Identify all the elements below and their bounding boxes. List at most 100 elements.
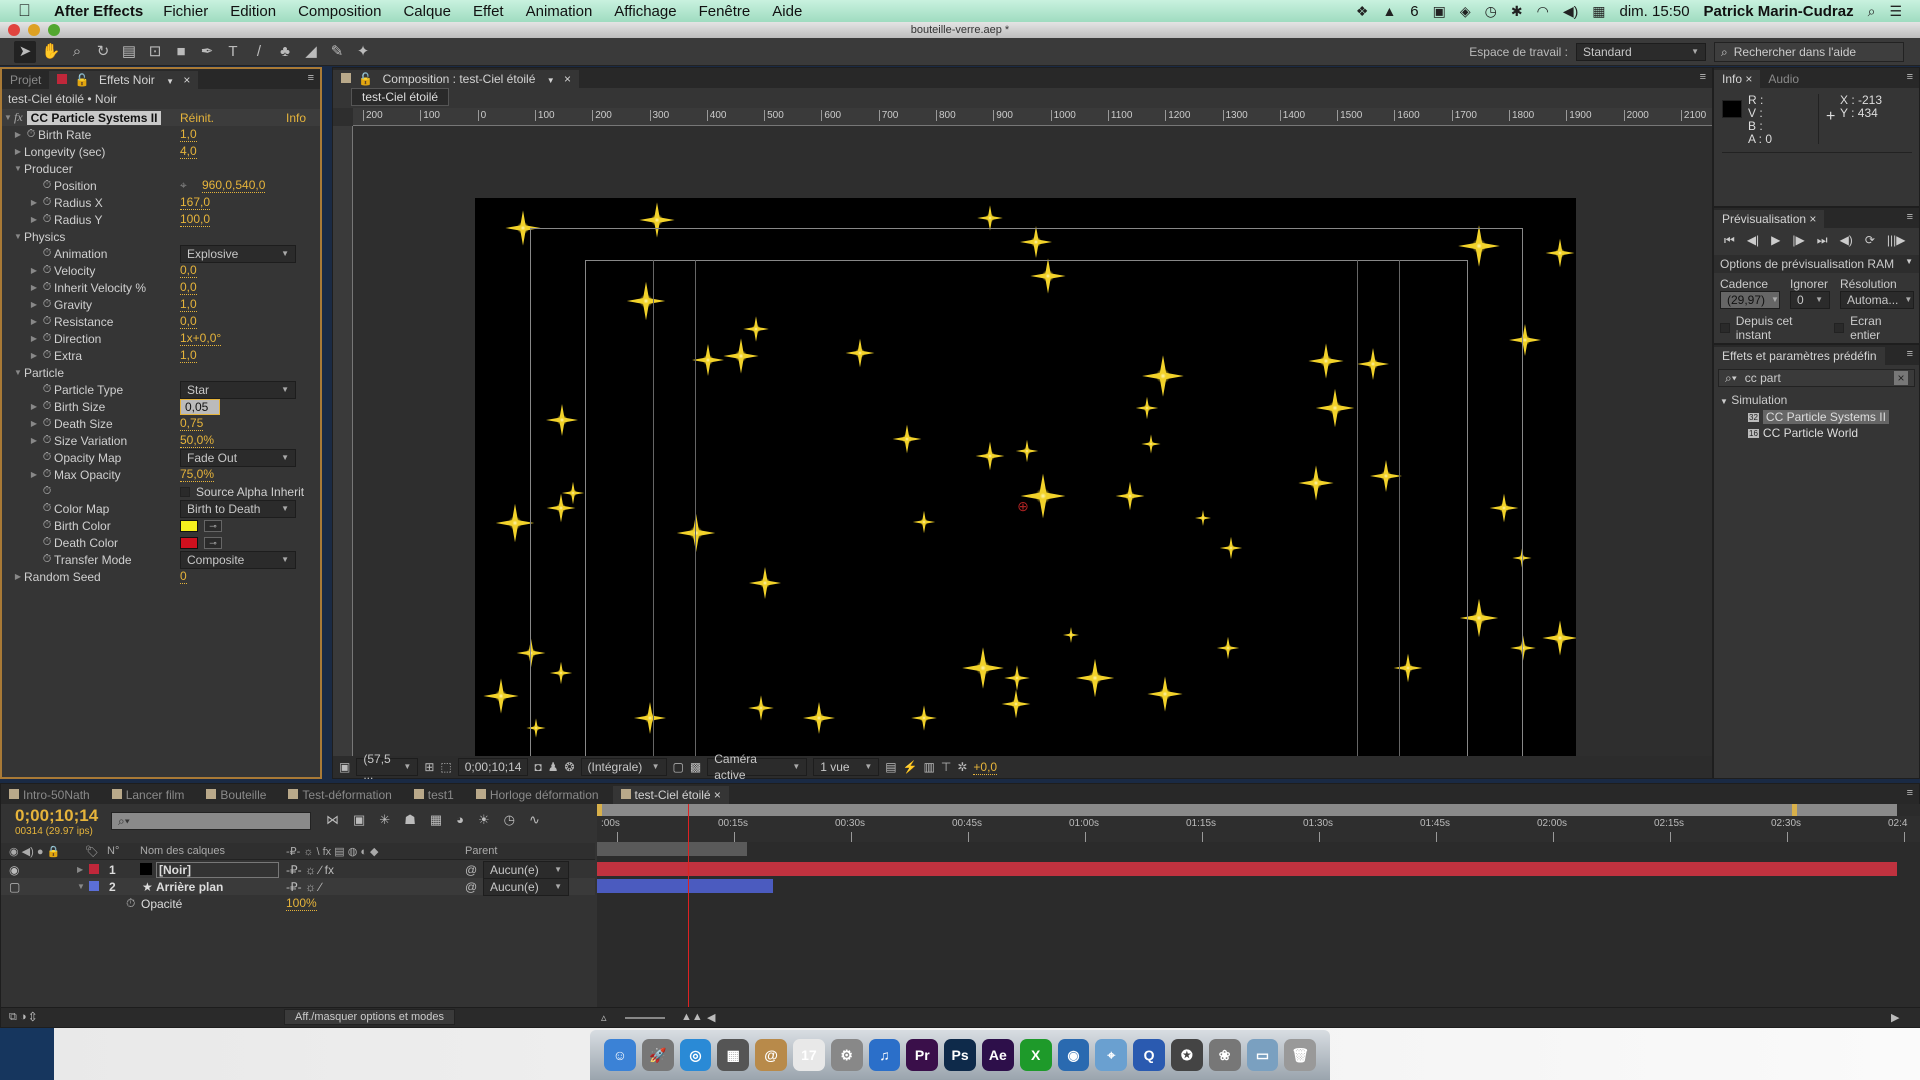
channel-icon[interactable]: ❂ — [564, 760, 574, 774]
tab-info[interactable]: Info × — [1714, 70, 1761, 88]
close-icon[interactable]: × — [564, 72, 571, 86]
param-row-color-map[interactable]: ⏱ Color Map Birth to Death ▼ — [2, 499, 320, 518]
transparency-grid-icon[interactable]: ▩ — [690, 760, 701, 774]
scroll-right-icon[interactable]: ▶ — [1891, 1011, 1899, 1024]
column-parent[interactable]: Parent — [465, 845, 497, 857]
dock-trash-icon[interactable]: 🗑 — [1284, 1039, 1317, 1071]
stopwatch-icon[interactable]: ⏱ — [40, 332, 54, 345]
param-row-producer[interactable]: ▼ Producer — [2, 160, 320, 177]
twirl-down-icon[interactable]: ▼ — [1720, 397, 1728, 406]
bluetooth-icon[interactable]: ✱ — [1511, 3, 1523, 20]
menu-fichier[interactable]: Fichier — [163, 3, 208, 20]
clone-stamp-tool-icon[interactable]: ♣ — [274, 41, 296, 63]
color-swatch[interactable] — [180, 537, 198, 550]
flowchart-icon[interactable]: ⊤ — [941, 760, 951, 774]
column-number[interactable]: N° — [107, 845, 119, 857]
menu-app-name[interactable]: After Effects — [54, 3, 143, 20]
fast-previews-icon[interactable]: ⚡ — [903, 760, 918, 774]
last-frame-icon[interactable]: ⏭ — [1817, 233, 1828, 248]
frame-blending-icon[interactable]: ▦ — [430, 812, 442, 828]
magnification-dropdown[interactable]: (57,5 ... ▼ — [356, 752, 419, 782]
menu-affichage[interactable]: Affichage — [614, 3, 676, 20]
stopwatch-icon[interactable]: ⏱ — [40, 519, 54, 532]
timeline-tab[interactable]: Bouteille — [198, 786, 274, 804]
eraser-tool-icon[interactable]: ◢ — [300, 41, 322, 63]
ram-preview-icon[interactable]: |||▶ — [1887, 233, 1906, 248]
zoom-tool-icon[interactable]: ⌕ — [66, 41, 88, 63]
grid-guides-icon[interactable]: ⊞ — [424, 760, 434, 774]
rectangle-tool-icon[interactable]: ■ — [170, 41, 192, 63]
param-row-particle[interactable]: ▼ Particle — [2, 364, 320, 381]
twirl-right-icon[interactable]: ▶ — [28, 402, 40, 411]
close-window-button[interactable] — [8, 24, 20, 36]
wifi-icon[interactable]: ◠ — [1537, 3, 1549, 20]
mask-visibility-icon[interactable]: ⬚ — [440, 760, 451, 774]
color-swatch[interactable] — [180, 520, 198, 533]
preset-category[interactable]: ▼ Simulation — [1714, 391, 1919, 409]
param-value[interactable]: 0,0 — [180, 314, 197, 329]
param-row-death-color[interactable]: ⏱ Death Color ⊸ — [2, 534, 320, 551]
puppet-tool-icon[interactable]: ✦ — [352, 41, 374, 63]
current-time-field[interactable]: 0;00;10;14 — [457, 758, 529, 776]
work-area-bar[interactable] — [597, 842, 747, 856]
source-alpha-checkbox[interactable] — [180, 486, 190, 497]
stopwatch-icon[interactable]: ⏱ — [40, 247, 54, 260]
menu-effet[interactable]: Effet — [473, 3, 504, 20]
audio-icon[interactable]: ◀) — [1840, 233, 1853, 248]
wifi-sync-icon[interactable]: ◈ — [1460, 3, 1471, 20]
current-time-indicator[interactable] — [688, 804, 689, 1009]
layer-name[interactable]: Arrière plan — [156, 880, 223, 894]
opacity-property-row[interactable]: ⏱ Opacité 100% — [1, 895, 595, 912]
param-edit-field[interactable]: 0,05 — [180, 398, 220, 415]
param-row-gravity[interactable]: ▶ ⏱ Gravity 1,0 — [2, 296, 320, 313]
effect-name[interactable]: CC Particle Systems II — [26, 110, 162, 125]
twirl-down-icon[interactable]: ▼ — [12, 164, 24, 173]
stopwatch-icon[interactable]: ⏱ — [126, 896, 135, 911]
first-frame-icon[interactable]: ⏮ — [1724, 233, 1735, 248]
vertical-ruler[interactable] — [333, 126, 353, 758]
scroll-left-icon[interactable]: ◀ — [707, 1011, 715, 1024]
from-current-checkbox[interactable] — [1720, 323, 1730, 333]
twirl-right-icon[interactable]: ▶ — [28, 436, 40, 445]
tab-projet[interactable]: Projet — [2, 71, 49, 89]
dock-photo-booth-icon[interactable]: ▦ — [717, 1039, 750, 1071]
param-row-transfer-mode[interactable]: ⏱ Transfer Mode Composite ▼ — [2, 550, 320, 569]
camera-icon[interactable]: ▣ — [1433, 3, 1446, 20]
timeline-tab[interactable]: test-Ciel étoilé × — [612, 786, 729, 804]
horizontal-ruler[interactable]: 200 100 0 100 200 300 400 500 600 700 800 900 1000 11… — [353, 108, 1712, 126]
twirl-down-icon[interactable]: ▼ — [2, 113, 14, 122]
param-row-source-alpha[interactable]: ⏱ Source Alpha Inherit — [2, 483, 320, 500]
layer-row[interactable]: ◉ ▶ 1 [Noir] -₽- ☼ ∕ fx @ Aucun(e) ▼ — [1, 860, 595, 879]
zoom-in-icon[interactable]: ▲▲ — [681, 1011, 703, 1023]
auto-keyframe-icon[interactable]: ◷ — [504, 812, 515, 828]
param-value[interactable]: 0,75 — [180, 416, 204, 431]
region-of-interest-icon[interactable]: ▢ — [673, 760, 684, 774]
reset-exposure-icon[interactable]: ✲ — [957, 760, 967, 774]
presets-search-input[interactable]: ⌕▾ cc part × — [1718, 369, 1915, 387]
tab-preview[interactable]: Prévisualisation × — [1714, 210, 1825, 228]
twirl-right-icon[interactable]: ▶ — [28, 215, 40, 224]
param-row-birth-color[interactable]: ⏱ Birth Color ⊸ — [2, 517, 320, 534]
layer-switches-toggle-icons[interactable]: ⧉ ◑ ⇳ — [9, 1011, 36, 1024]
selection-tool-icon[interactable]: ➤ — [14, 40, 36, 63]
param-value[interactable]: 50,0% — [180, 433, 215, 448]
previous-frame-icon[interactable]: ◀| — [1747, 233, 1759, 248]
fx-icon[interactable]: fx — [14, 110, 23, 125]
layer-switches[interactable]: -₽- ☼ ∕ fx — [286, 863, 334, 877]
preview-resolution-dropdown[interactable]: Automa... ▼ — [1840, 291, 1914, 309]
stopwatch-icon[interactable]: ⏱ — [40, 451, 54, 464]
opacity-value[interactable]: 100% — [286, 896, 317, 911]
notification-icon[interactable]: ☰ — [1889, 3, 1902, 20]
stopwatch-icon[interactable]: ⏱ — [40, 417, 54, 430]
param-value[interactable]: 0,0 — [180, 263, 197, 278]
tab-effets-noir[interactable]: 🔓 Effets Noir ▼ × — [49, 71, 199, 89]
dock-calendar-icon[interactable]: 17 — [792, 1039, 825, 1071]
twirl-right-icon[interactable]: ▶ — [28, 334, 40, 343]
timeline-tab[interactable]: Intro-50Nath — [1, 786, 98, 804]
twirl-right-icon[interactable]: ▶ — [28, 470, 40, 479]
preset-item[interactable]: 32 CC Particle Systems II — [1714, 409, 1919, 425]
eyedropper-icon[interactable]: ⊸ — [204, 537, 222, 550]
menu-fenetre[interactable]: Fenêtre — [699, 3, 751, 20]
stopwatch-icon[interactable]: ⏱ — [40, 434, 54, 447]
param-value[interactable]: 0 — [180, 569, 187, 584]
